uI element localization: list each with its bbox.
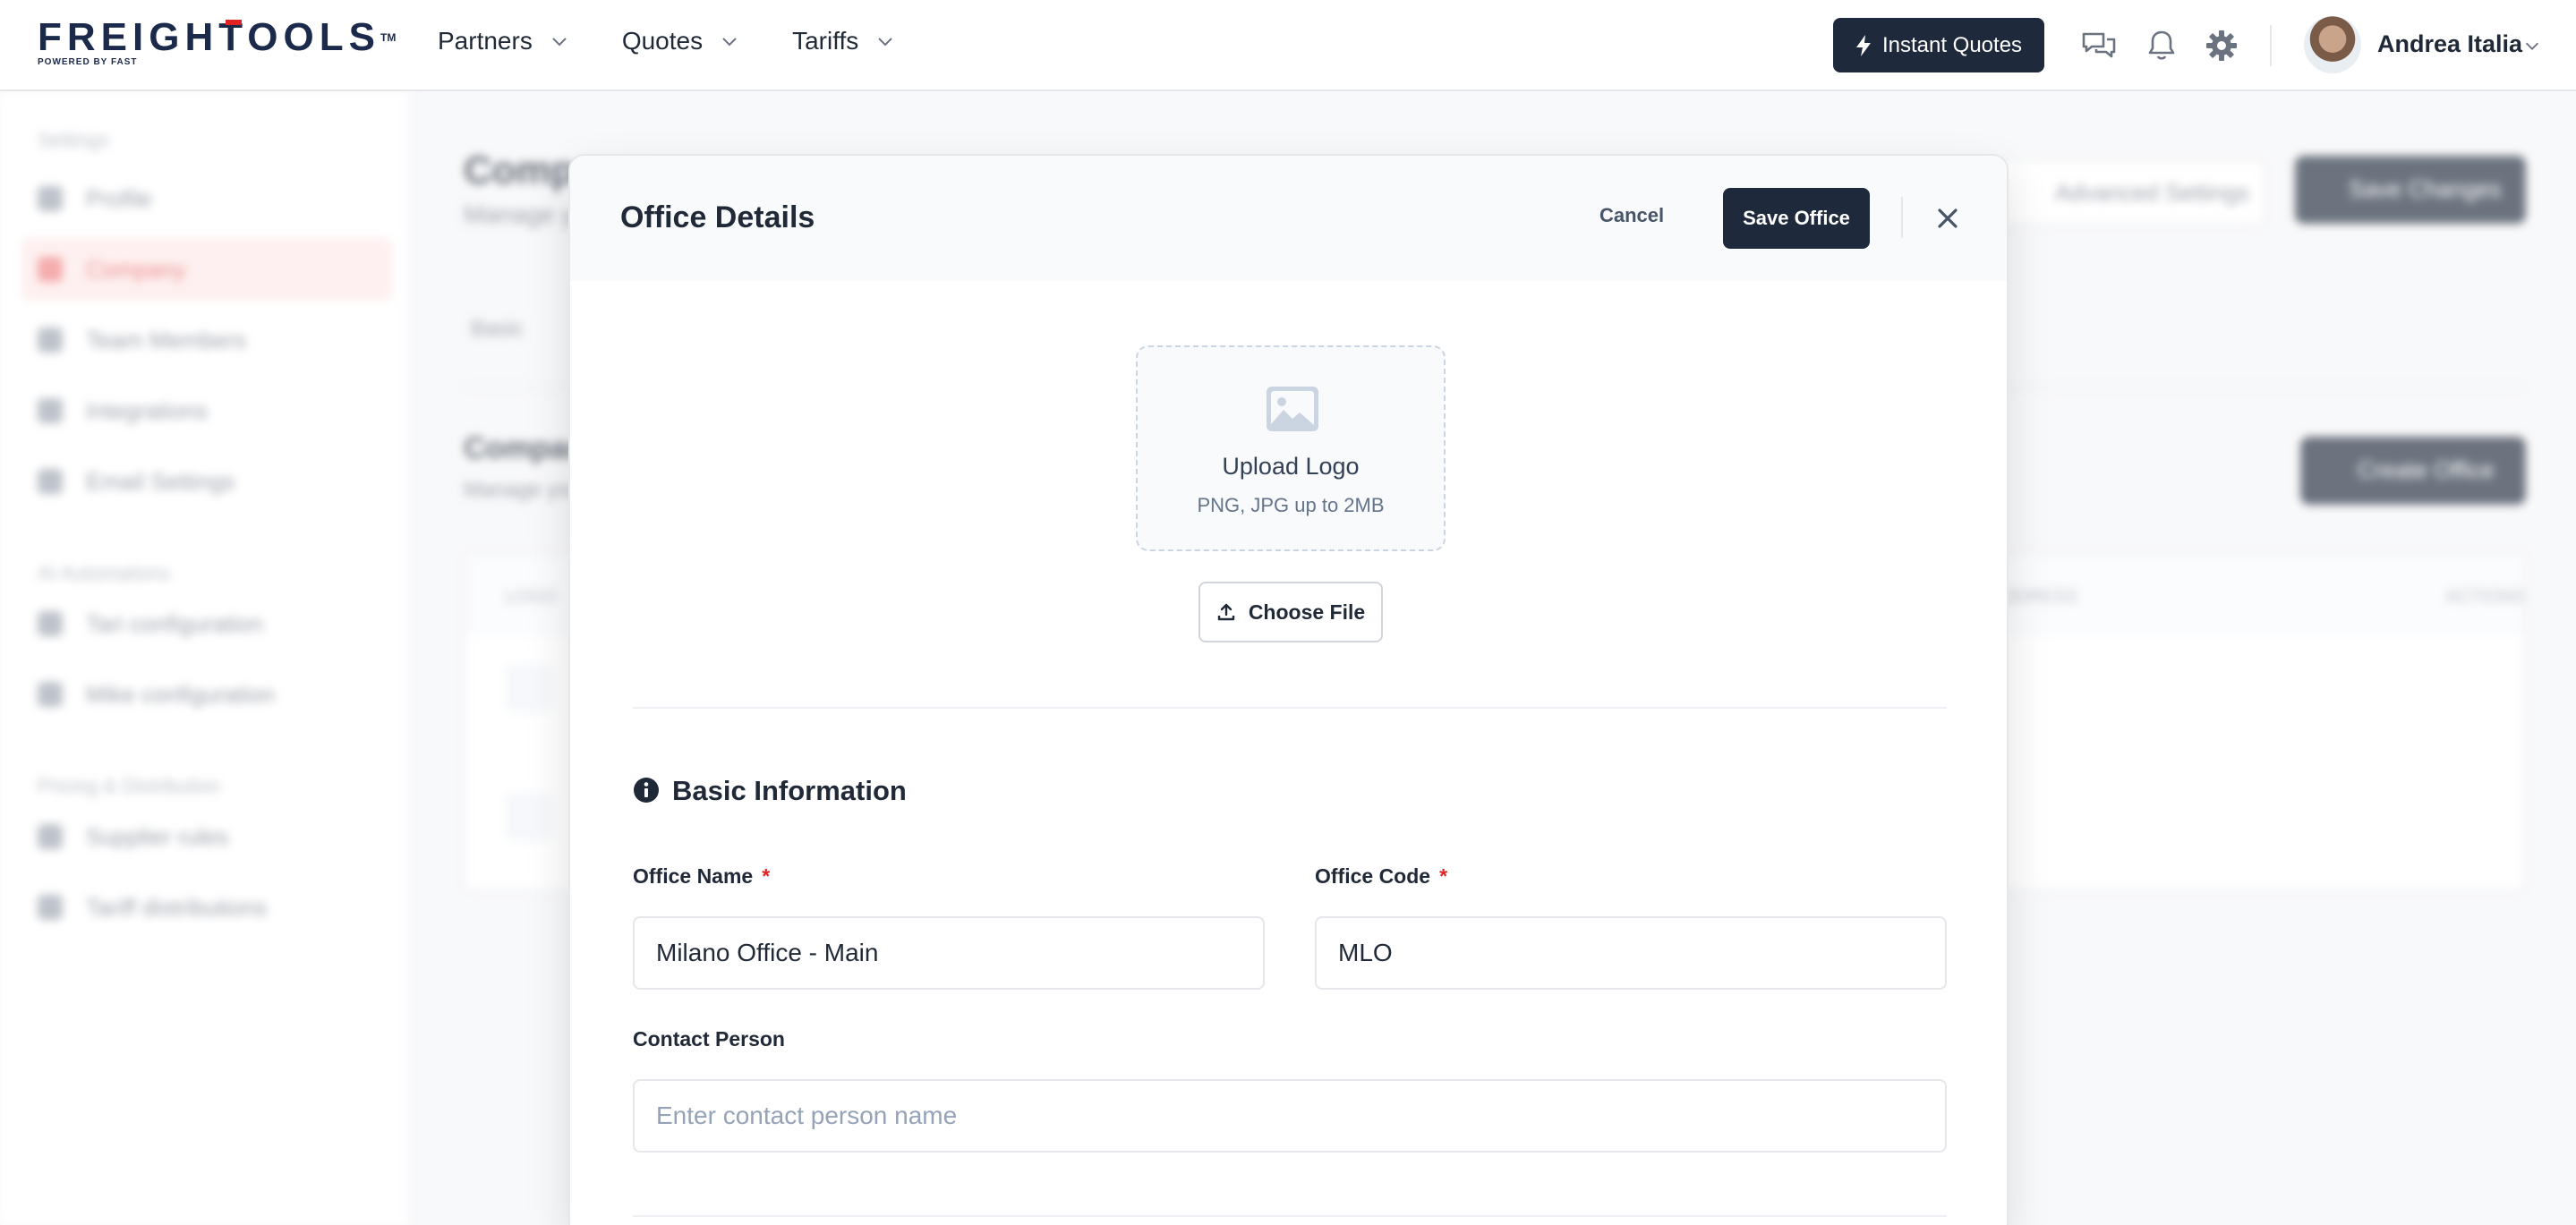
cancel-button[interactable]: Cancel xyxy=(1599,204,1664,227)
office-name-input[interactable] xyxy=(633,916,1265,990)
required-marker: * xyxy=(1439,864,1448,888)
section-divider xyxy=(633,1215,1947,1217)
image-icon xyxy=(1267,387,1318,431)
bell-icon[interactable] xyxy=(2143,27,2180,64)
nav-quotes-label: Quotes xyxy=(621,27,704,55)
instant-quotes-label: Instant Quotes xyxy=(1881,32,2023,57)
top-navbar: FREIGHTOOLSTM POWERED BY FAST Partners Q… xyxy=(0,0,2576,91)
contact-person-input[interactable] xyxy=(633,1079,1947,1153)
logo-dropzone[interactable]: Upload Logo PNG, JPG up to 2MB xyxy=(1136,345,1446,551)
main-menu: Partners Quotes Tariffs xyxy=(438,27,948,55)
office-code-label: Office Code * xyxy=(1315,864,1447,889)
chat-icon[interactable] xyxy=(2080,27,2118,64)
user-name[interactable]: Andrea Italia xyxy=(2377,30,2522,58)
office-name-label: Office Name * xyxy=(633,864,770,889)
nav-quotes[interactable]: Quotes xyxy=(622,27,740,55)
chevron-down-icon[interactable] xyxy=(2522,36,2542,55)
header-divider xyxy=(1901,197,1903,238)
choose-file-button[interactable]: Choose File xyxy=(1198,582,1383,642)
nav-tariffs[interactable]: Tariffs xyxy=(792,27,896,55)
logo-tm: TM xyxy=(380,31,397,44)
nav-partners-label: Partners xyxy=(438,27,533,55)
basic-information-title: Basic Information xyxy=(672,775,907,806)
info-icon xyxy=(634,778,659,803)
freightools-logo[interactable]: FREIGHTOOLSTM POWERED BY FAST xyxy=(38,15,397,68)
logo-text: FREIGHTOOLS xyxy=(38,15,380,59)
chevron-down-icon xyxy=(552,38,567,47)
modal-header: Office Details Cancel Save Office xyxy=(570,156,2007,281)
contact-person-label: Contact Person xyxy=(633,1027,785,1051)
nav-tariffs-label: Tariffs xyxy=(792,27,859,55)
office-name-label-text: Office Name xyxy=(633,864,754,888)
office-code-input[interactable] xyxy=(1315,916,1947,990)
close-icon[interactable] xyxy=(1932,202,1964,234)
office-code-label-text: Office Code xyxy=(1315,864,1431,888)
upload-logo-hint: PNG, JPG up to 2MB xyxy=(1197,494,1385,516)
modal-title: Office Details xyxy=(620,200,815,234)
upload-icon xyxy=(1217,603,1235,621)
lightning-icon xyxy=(1855,34,1871,56)
nav-partners[interactable]: Partners xyxy=(438,27,570,55)
office-details-modal: Office Details Cancel Save Office Upload… xyxy=(568,154,2009,1225)
chevron-down-icon xyxy=(722,38,737,47)
header-divider xyxy=(2270,25,2272,66)
choose-file-label: Choose File xyxy=(1248,600,1366,624)
required-marker: * xyxy=(762,864,771,888)
avatar[interactable] xyxy=(2304,16,2361,73)
upload-logo-title: Upload Logo xyxy=(1222,453,1360,480)
instant-quotes-button[interactable]: Instant Quotes xyxy=(1833,18,2044,72)
chevron-down-icon xyxy=(878,38,892,47)
section-divider xyxy=(633,707,1947,709)
gear-icon[interactable] xyxy=(2203,27,2240,64)
save-office-button[interactable]: Save Office xyxy=(1723,188,1870,249)
